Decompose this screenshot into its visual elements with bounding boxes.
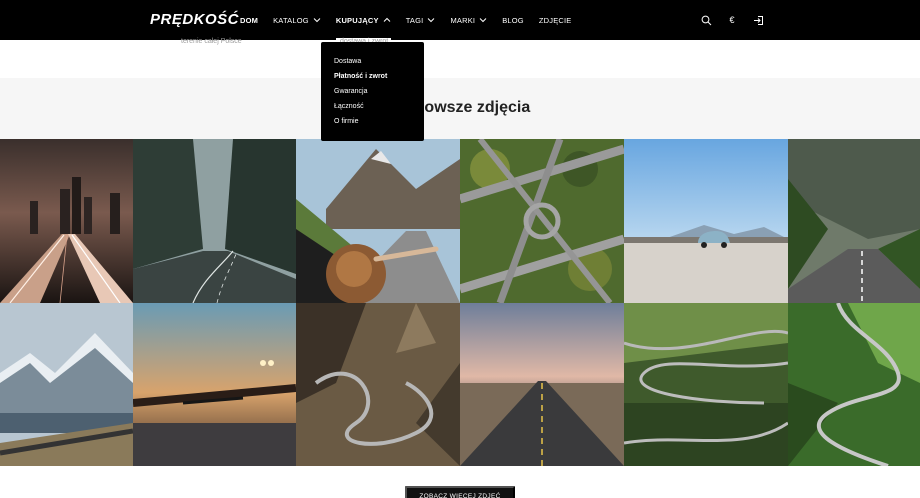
euro-icon[interactable]: €: [726, 14, 738, 26]
login-icon[interactable]: [752, 14, 764, 26]
photo-gallery: [0, 139, 920, 466]
nav-item-label: BLOG: [502, 15, 524, 25]
search-icon[interactable]: [700, 14, 712, 26]
nav-item-tagi[interactable]: TAGI: [406, 0, 436, 40]
dropdown-item-platnosc-i-zwrot[interactable]: Płatność i zwrot: [321, 72, 424, 87]
kupujacy-dropdown-menu: Dostawa Płatność i zwrot Gwarancja Łączn…: [321, 42, 424, 141]
foggy-forest-road-photo[interactable]: [133, 139, 296, 303]
nav-item-label: DOM: [240, 15, 259, 25]
header-actions: €: [700, 0, 764, 40]
straight-road-dusk-photo[interactable]: [460, 303, 624, 466]
nav-item-zdjecie[interactable]: ZDJĘCIE: [539, 0, 572, 40]
winding-canyon-road-aerial-photo[interactable]: [296, 303, 460, 466]
nav-item-marki[interactable]: MARKI: [450, 0, 487, 40]
nav-item-blog[interactable]: BLOG: [502, 0, 524, 40]
main-nav: DOM KATALOG KUPUJĄCY TAGI MARKI BLOG ZDJ…: [240, 0, 587, 40]
serpentine-road-forest-aerial-photo[interactable]: [624, 303, 788, 466]
nav-item-label: KUPUJĄCY: [335, 15, 379, 25]
winding-road-green-aerial-photo[interactable]: [788, 303, 920, 466]
highway-interchange-aerial-photo[interactable]: [460, 139, 624, 303]
dropdown-item-gwarancja[interactable]: Gwarancja: [321, 87, 424, 102]
mountain-valley-road-photo[interactable]: [788, 139, 920, 303]
nav-item-kupujacy[interactable]: KUPUJĄCY: [335, 0, 391, 40]
nav-item-label: TAGI: [405, 15, 424, 25]
car-window-mountain-road-photo[interactable]: [296, 139, 460, 303]
brand-logo[interactable]: PRĘDKOŚĆ: [150, 11, 239, 28]
nav-item-label: MARKI: [450, 15, 476, 25]
view-more-photos-button[interactable]: ZOBACZ WIĘCEJ ZDJĘĆ: [405, 486, 515, 498]
top-navigation-bar: PRĘDKOŚĆ DOM KATALOG KUPUJĄCY TAGI MARKI: [0, 0, 920, 40]
nav-item-dom[interactable]: DOM: [240, 0, 258, 40]
strip-text-left: terenie całej Polsce: [181, 38, 242, 45]
nav-item-label: ZDJĘCIE: [538, 15, 572, 25]
snowy-mountains-road-photo[interactable]: [0, 303, 133, 466]
nav-item-katalog[interactable]: KATALOG: [273, 0, 321, 40]
vintage-car-salt-flat-photo[interactable]: [624, 139, 788, 303]
chevron-down-icon: [428, 18, 435, 23]
nav-item-label: KATALOG: [273, 15, 309, 25]
chevron-down-icon: [313, 18, 321, 23]
city-night-traffic-photo[interactable]: [0, 139, 133, 303]
chevron-up-icon: [383, 17, 391, 22]
page: PRĘDKOŚĆ DOM KATALOG KUPUJĄCY TAGI MARKI: [0, 0, 920, 498]
chevron-down-icon: [479, 18, 487, 23]
dropdown-item-dostawa[interactable]: Dostawa: [321, 57, 424, 72]
dropdown-item-o-firmie[interactable]: O firmie: [321, 117, 424, 132]
dropdown-item-lacznosc[interactable]: Łączność: [321, 102, 424, 117]
section-title: Najnowsze zdjęcia: [389, 99, 531, 116]
windshield-sunset-road-photo[interactable]: [133, 303, 296, 466]
